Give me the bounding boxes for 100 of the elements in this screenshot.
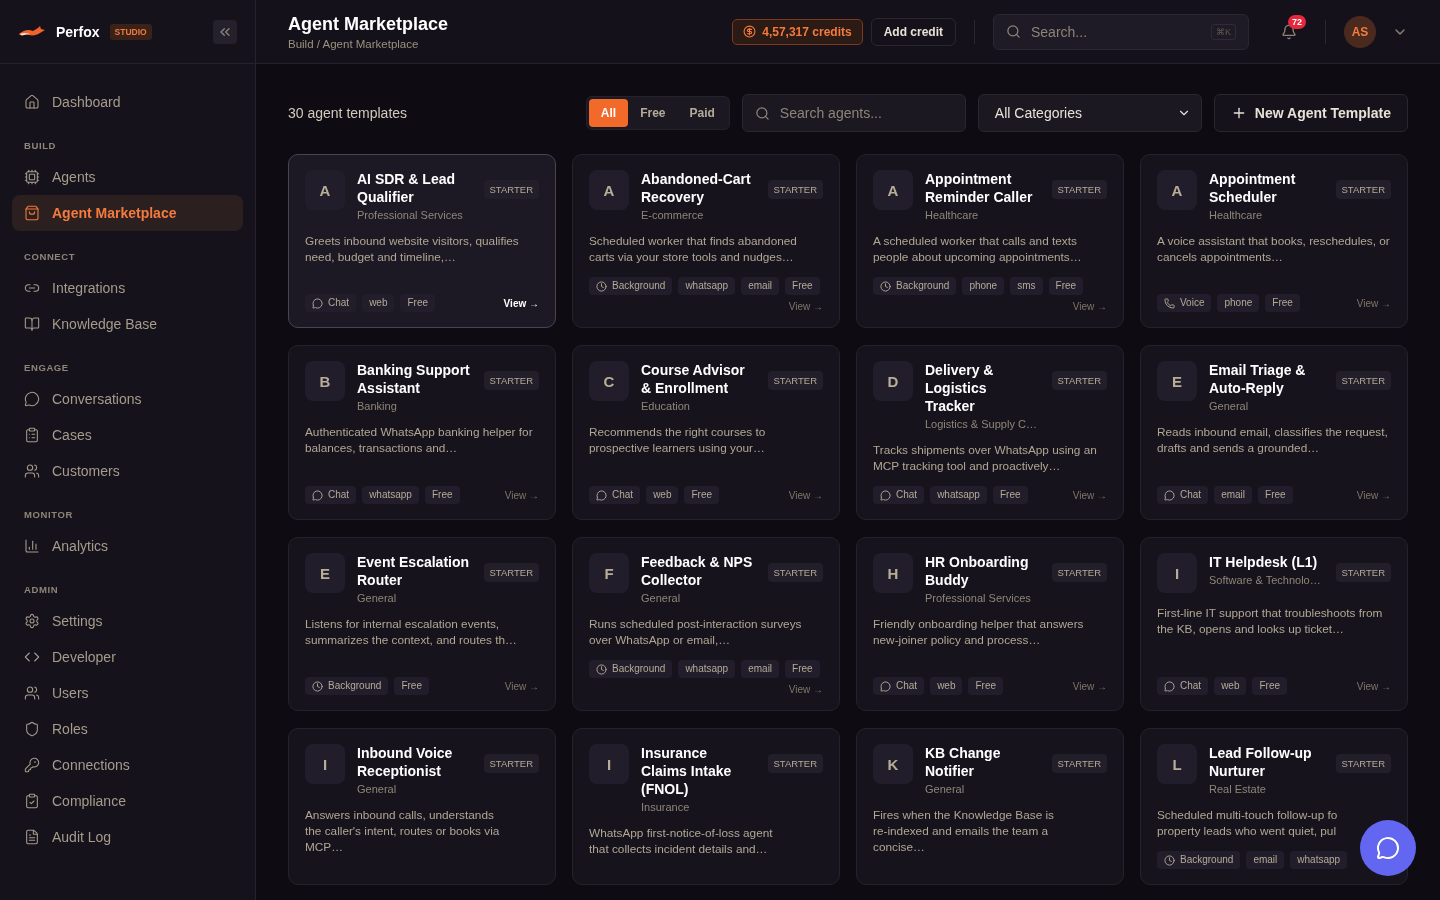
agent-category: Professional Services [925, 592, 1032, 604]
nav-item[interactable]: Analytics [12, 528, 243, 564]
agent-card[interactable]: H HR Onboarding Buddy Professional Services STARTER Friendly onboarding helper that answers new-joiner policy and process… Chat web Free View → [856, 537, 1124, 711]
filter-tab[interactable]: Paid [677, 99, 727, 127]
agent-tag: Free [1265, 294, 1300, 312]
agent-description: WhatsApp first-notice-of-loss agent that collects incident details and… [589, 825, 774, 857]
agent-card[interactable]: B Banking Support Assistant Banking STARTER Authenticated WhatsApp banking helper for balances, transactions and… Chat whatsapp Free View → [288, 345, 556, 520]
new-agent-template-button[interactable]: New Agent Template [1213, 94, 1408, 132]
nav-section-label: ENGAGE [23, 361, 70, 375]
tier-badge: STARTER [1335, 180, 1391, 199]
agent-search-field[interactable]: Search agents... [741, 94, 966, 132]
agent-tag: whatsapp [1290, 851, 1348, 869]
view-link[interactable]: View → [1356, 489, 1391, 501]
nav-item[interactable]: Cases [12, 417, 243, 453]
agent-tag: whatsapp [678, 660, 736, 678]
view-link[interactable]: View → [788, 684, 823, 695]
agent-card[interactable]: I Inbound Voice Receptionist General STARTER Answers inbound calls, understands the caller's intent, routes or books via MCP… [288, 728, 556, 885]
view-link[interactable]: View → [1072, 301, 1107, 312]
agent-tag: email [1246, 851, 1285, 869]
agent-card[interactable]: L Lead Follow-up Nurturer Real Estate STARTER Scheduled multi-touch follow-up fo property leads who went quiet, pul Background email whatsapp [1140, 728, 1408, 885]
nav-item[interactable]: Developer [12, 639, 243, 675]
agent-description: Scheduled multi-touch follow-up fo property leads who went quiet, pul [1157, 807, 1339, 839]
view-link[interactable]: View → [1356, 680, 1391, 692]
agent-tag: Voice [1157, 294, 1212, 312]
nav-section-label: MONITOR [23, 508, 74, 522]
tier-badge: STARTER [1335, 563, 1391, 582]
view-link[interactable]: View → [788, 489, 823, 501]
nav-item[interactable]: Agents [12, 159, 243, 195]
agent-card[interactable]: E Event Escalation Router General STARTER Listens for internal escalation events, summarizes the context, and routes th… Background Free View → [288, 537, 556, 711]
agent-card[interactable]: I Insurance Claims Intake (FNOL) Insurance STARTER WhatsApp first-notice-of-loss agent that collects incident details and… [572, 728, 840, 885]
nav-item[interactable]: Connections [12, 747, 243, 783]
agent-tag: Chat [589, 486, 641, 504]
agent-category: Healthcare [925, 209, 980, 221]
agent-card[interactable]: A Appointment Scheduler Healthcare STARTER A voice assistant that books, reschedules, or cancels appointments… Voice phone Free View → [1140, 154, 1408, 328]
filter-tab[interactable]: Free [628, 99, 678, 127]
nav-item[interactable]: Conversations [12, 381, 243, 417]
view-link[interactable]: View → [1072, 489, 1107, 501]
agent-description: Recommends the right courses to prospective learners using your… [589, 424, 767, 456]
chip-icon [24, 169, 40, 185]
agent-card[interactable]: F Feedback & NPS Collector General STARTER Runs scheduled post-interaction surveys over WhatsApp or email,… Background whatsapp email Free View → [572, 537, 840, 711]
notifications-icon[interactable] [1281, 23, 1297, 40]
user-avatar[interactable]: AS [1344, 15, 1376, 48]
agent-description: A scheduled worker that calls and texts people about upcoming appointments… [873, 233, 1083, 265]
agent-tag: Free [1048, 277, 1084, 295]
nav-item[interactable]: Audit Log [12, 819, 243, 855]
agent-card[interactable]: D Delivery & Logistics Tracker Logistics & Supply C… STARTER Tracks shipments over WhatsApp using an MCP tracking tool and proactively… Chat whatsapp Free View → [856, 345, 1124, 520]
chat-bubble-icon [596, 489, 607, 501]
search-input[interactable]: Search... [1029, 22, 1203, 41]
tier-badge: STARTER [767, 563, 823, 582]
agent-tag: Chat [873, 486, 925, 504]
nav-section-label: CONNECT [23, 250, 77, 264]
nav-item[interactable]: Customers [12, 453, 243, 489]
agent-tag: Chat [305, 486, 357, 504]
view-link[interactable]: View → [504, 680, 539, 692]
chat-bubble-icon [1164, 680, 1175, 692]
nav-item[interactable]: Settings [12, 603, 243, 639]
agent-tag: whatsapp [678, 277, 736, 295]
nav-item[interactable]: Integrations [12, 270, 243, 306]
agent-card[interactable]: K KB Change Notifier General STARTER Fires when the Knowledge Base is re-indexed and emails the team a concise… [856, 728, 1124, 885]
agent-card[interactable]: A Appointment Reminder Caller Healthcare STARTER A scheduled worker that calls and texts people about upcoming appointments… Background phone sms Free View → [856, 154, 1124, 328]
credits-button[interactable]: 4,57,317 credits [732, 18, 863, 45]
view-link[interactable]: View → [504, 489, 539, 501]
collapse-sidebar-button[interactable] [213, 19, 237, 44]
agent-search-input[interactable]: Search agents... [777, 104, 953, 122]
agent-tag: web [930, 677, 963, 695]
agent-initial: L [1157, 744, 1197, 784]
agent-card[interactable]: C Course Advisor & Enrollment Education STARTER Recommends the right courses to prospective learners using your… Chat web Free View → [572, 345, 840, 520]
agent-description: Listens for internal escalation events, summarizes the context, and routes th… [305, 616, 518, 648]
agent-card[interactable]: E Email Triage & Auto-Reply General STARTER Reads inbound email, classifies the request, drafts and sends a grounded… Chat email Free View → [1140, 345, 1408, 520]
agent-category: General [357, 783, 398, 795]
category-select[interactable]: All Categories [977, 94, 1202, 132]
agent-description: Scheduled worker that finds abandoned carts via your store tools and nudges… [589, 233, 798, 265]
nav-item[interactable]: Agent Marketplace [12, 195, 243, 231]
nav-item[interactable]: Users [12, 675, 243, 711]
agent-title: HR Onboarding Buddy [925, 553, 1030, 589]
agent-title: Insurance Claims Intake (FNOL) [641, 744, 733, 798]
view-link[interactable]: View → [1356, 297, 1391, 309]
shortcut-hint: ⌘K [1211, 23, 1236, 40]
nav-item[interactable]: Dashboard [12, 84, 243, 120]
add-credit-button[interactable]: Add credit [870, 17, 956, 46]
agent-category: Banking [357, 400, 398, 412]
agent-initial: A [589, 170, 629, 210]
view-link[interactable]: View → [503, 297, 539, 309]
agent-category: E-commerce [641, 209, 705, 221]
home-icon [24, 94, 40, 110]
agent-tag: Free [424, 486, 460, 504]
chat-bubble-icon [312, 489, 323, 501]
agent-card[interactable]: I IT Helpdesk (L1) Software & Technolo… STARTER First-line IT support that troubleshoots from the KB, opens and looks up ticket… Chat web Free View → [1140, 537, 1408, 711]
agent-tag: Free [394, 677, 429, 695]
agent-tag: Chat [305, 294, 357, 312]
agent-card[interactable]: A AI SDR & Lead Qualifier Professional Services STARTER Greets inbound website visitors, qualifies need, budget and timeline,… Chat web Free View → [288, 154, 556, 328]
nav-item[interactable]: Compliance [12, 783, 243, 819]
agent-card[interactable]: A Abandoned-Cart Recovery E-commerce STARTER Scheduled worker that finds abandoned carts via your store tools and nudges… Background whatsapp email Free View → [572, 154, 840, 328]
nav-item[interactable]: Roles [12, 711, 243, 747]
agent-initial: A [873, 170, 913, 210]
agent-initial: D [873, 361, 913, 401]
view-link[interactable]: View → [788, 301, 823, 312]
view-link[interactable]: View → [1072, 680, 1107, 692]
nav-item[interactable]: Knowledge Base [12, 306, 243, 342]
agent-tag: Free [1252, 677, 1288, 695]
